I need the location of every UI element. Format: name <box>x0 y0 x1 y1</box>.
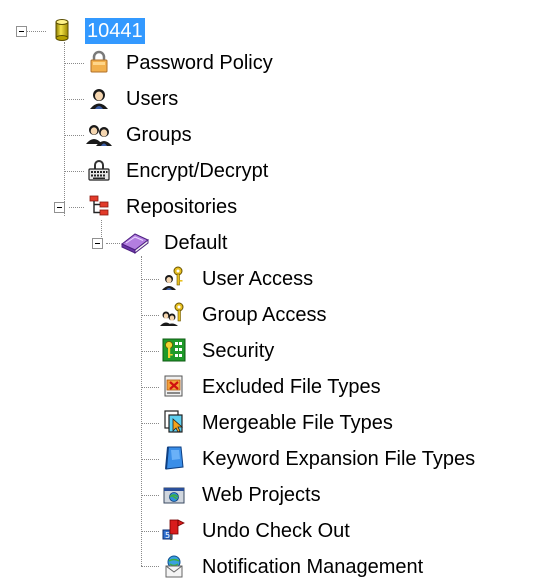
tree-node-label[interactable]: Users <box>124 86 180 112</box>
tree-node-label[interactable]: Mergeable File Types <box>200 410 395 436</box>
tree-node-label[interactable]: Groups <box>124 122 194 148</box>
tree-connector <box>141 459 159 460</box>
web-project-icon <box>162 482 186 506</box>
tree-node-label[interactable]: User Access <box>200 266 315 292</box>
tree-connector <box>106 243 120 244</box>
svg-text:5: 5 <box>165 531 170 540</box>
tree-connector <box>69 207 84 208</box>
group-key-icon <box>160 302 186 326</box>
tree-connector <box>64 99 84 100</box>
collapse-toggle-root[interactable] <box>16 26 27 37</box>
tree-node-label[interactable]: Group Access <box>200 302 329 328</box>
lock-icon <box>87 50 111 74</box>
tree-node-label[interactable]: Repositories <box>124 194 239 220</box>
user-key-icon <box>162 266 186 290</box>
database-icon <box>50 18 74 42</box>
user-icon <box>87 86 111 110</box>
mergeable-file-icon <box>162 410 186 434</box>
tree-connector <box>141 495 159 496</box>
tree-connector <box>64 42 65 216</box>
security-key-icon <box>162 338 186 362</box>
tree-connector <box>141 256 142 566</box>
tree-connector <box>26 31 46 32</box>
tree-node-label[interactable]: Web Projects <box>200 482 323 508</box>
tree-node-label[interactable]: Undo Check Out <box>200 518 352 544</box>
notification-mail-icon <box>162 554 186 578</box>
undo-checkout-icon: 5 <box>162 518 186 542</box>
tree-connector <box>141 351 159 352</box>
tree-connector <box>141 315 159 316</box>
tree-connector <box>64 135 84 136</box>
book-icon <box>120 230 150 254</box>
tree-node-label[interactable]: Keyword Expansion File Types <box>200 446 477 472</box>
tree-connector <box>64 63 84 64</box>
keyboard-lock-icon <box>87 158 111 182</box>
keyword-file-icon <box>162 446 186 470</box>
tree-node-label[interactable]: Security <box>200 338 276 364</box>
excluded-file-icon <box>162 374 186 398</box>
tree-node-root-label[interactable]: 10441 <box>85 18 145 44</box>
tree-connector <box>141 531 159 532</box>
tree-connector <box>64 171 84 172</box>
group-icon <box>84 122 114 146</box>
tree-node-label[interactable]: Notification Management <box>200 554 425 580</box>
tree-node-label[interactable]: Encrypt/Decrypt <box>124 158 270 184</box>
collapse-toggle-default[interactable] <box>92 238 103 249</box>
tree-node-label[interactable]: Default <box>162 230 229 256</box>
tree-node-label[interactable]: Excluded File Types <box>200 374 383 400</box>
tree-connector <box>141 387 159 388</box>
tree-connector <box>141 423 159 424</box>
repository-tree-icon <box>87 194 111 218</box>
admin-tree-view[interactable]: 10441 Password Policy Users Groups Encry… <box>0 0 534 586</box>
tree-node-label[interactable]: Password Policy <box>124 50 275 76</box>
tree-connector <box>141 566 159 567</box>
collapse-toggle-repositories[interactable] <box>54 202 65 213</box>
tree-connector <box>141 279 159 280</box>
